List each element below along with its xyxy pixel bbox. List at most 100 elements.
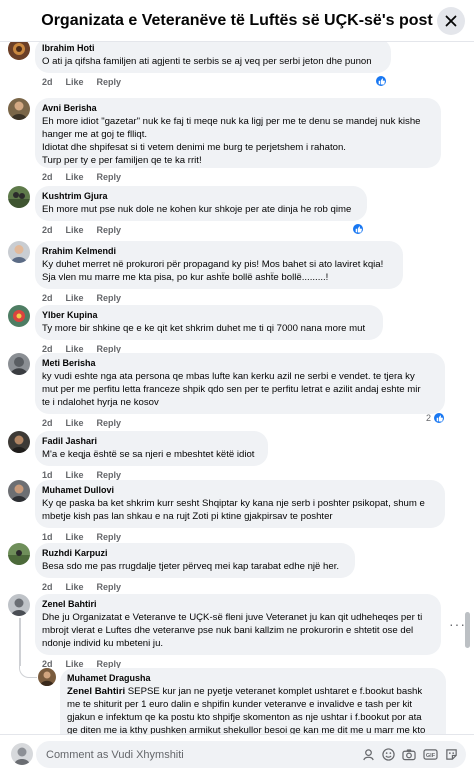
reply-text: Zenel Bahtiri SEPSE kur jan ne pyetje ve… xyxy=(67,685,437,698)
like-link[interactable]: Like xyxy=(66,470,84,480)
avatar[interactable] xyxy=(8,353,30,375)
reply-link[interactable]: Reply xyxy=(97,532,122,542)
avatar[interactable] xyxy=(8,186,30,208)
comment-author[interactable]: Meti Berisha xyxy=(42,357,436,370)
avatar[interactable] xyxy=(11,743,33,765)
comment-author[interactable]: Fadil Jashari xyxy=(42,435,259,448)
comment-text: O ati ja qifsha familjen ati agjenti te … xyxy=(42,56,372,67)
mention-link[interactable]: Zenel Bahtiri xyxy=(67,686,125,697)
reaction-count[interactable]: 2 xyxy=(426,412,446,424)
avatar[interactable] xyxy=(8,594,30,616)
comment-author[interactable]: Muhamet Dullovi xyxy=(42,484,436,497)
comment-text: mbetje kish pas lan shkau e na rujt Zoti… xyxy=(42,511,333,522)
comment-text: te i ndalohet hyrja ne kosov xyxy=(42,397,159,408)
like-reaction-icon xyxy=(375,75,387,87)
reaction-count[interactable] xyxy=(375,75,387,87)
comment-actions: 2d Like Reply xyxy=(42,225,121,235)
comment-actions: 2d Like Reply xyxy=(42,172,121,182)
comment-author[interactable]: Rrahim Kelmendi xyxy=(42,245,394,258)
like-link[interactable]: Like xyxy=(66,225,84,235)
comment-time[interactable]: 2d xyxy=(42,77,53,87)
more-options-button[interactable]: ··· xyxy=(449,616,466,632)
comment-text: Besa sdo me pas rrugdalje tjeter përveq … xyxy=(42,561,340,572)
reply-link[interactable]: Reply xyxy=(97,77,122,87)
comment-author[interactable]: Ylber Kupina xyxy=(42,309,374,322)
comment-bubble: Fadil Jashari M'a e keqja është se sa nj… xyxy=(35,431,268,466)
scrollbar-thumb[interactable] xyxy=(465,612,470,648)
camera-icon[interactable] xyxy=(402,748,416,761)
comment-actions: 2d Like Reply xyxy=(42,418,121,428)
comment-text: ky vudi eshte nga ata persona qe mbas lu… xyxy=(42,371,415,382)
comment-text: Sja vlen mu marre me kta pisa, po kur as… xyxy=(42,272,329,283)
like-link[interactable]: Like xyxy=(66,77,84,87)
avatar[interactable] xyxy=(8,543,30,565)
comments-feed[interactable]: Ibrahim Hoti O ati ja qifsha familjen at… xyxy=(0,42,474,734)
sticker-icon[interactable] xyxy=(445,748,458,761)
like-link[interactable]: Like xyxy=(66,293,84,303)
avatar[interactable] xyxy=(8,305,30,327)
comment-bubble: Rrahim Kelmendi Ky duhet merret në proku… xyxy=(35,241,403,289)
like-link[interactable]: Like xyxy=(66,172,84,182)
comment-time[interactable]: 1d xyxy=(42,532,53,542)
comment-author[interactable]: Ruzhdi Karpuzi xyxy=(42,547,346,560)
avatar[interactable] xyxy=(8,431,30,453)
comment-time[interactable]: 1d xyxy=(42,470,53,480)
comment-time[interactable]: 2d xyxy=(42,172,53,182)
close-icon xyxy=(445,15,457,27)
reply-author[interactable]: Muhamet Dragusha xyxy=(67,672,437,685)
comment-input[interactable]: Comment as Vudi Xhymshiti GIF xyxy=(36,741,466,768)
reply-text: ge diten me ia kthy pushken armikut shek… xyxy=(67,725,426,734)
comment-input-placeholder: Comment as Vudi Xhymshiti xyxy=(46,748,184,761)
comment-bubble: Ylber Kupina Ty more bir shkine qe e ke … xyxy=(35,305,383,340)
avatar[interactable] xyxy=(38,668,56,686)
comment-author[interactable]: Zenel Bahtiri xyxy=(42,598,432,611)
comment-bubble: Meti Berisha ky vudi eshte nga ata perso… xyxy=(35,353,445,414)
post-dialog-header: Organizata e Veteranëve të Luftës së UÇK… xyxy=(0,0,474,42)
reaction-count[interactable] xyxy=(352,223,364,235)
like-reaction-icon xyxy=(433,412,446,424)
emoji-icon[interactable] xyxy=(382,748,395,761)
comment-author[interactable]: Kushtrim Gjura xyxy=(42,190,358,203)
reply-link[interactable]: Reply xyxy=(97,293,122,303)
avatar[interactable] xyxy=(8,241,30,263)
comment-actions: 1d Like Reply xyxy=(42,470,121,480)
comment-time[interactable]: 2d xyxy=(42,418,53,428)
reply-link[interactable]: Reply xyxy=(97,418,122,428)
comment-bubble: Ibrahim Hoti O ati ja qifsha familjen at… xyxy=(35,42,391,73)
avatar-sticker-icon[interactable] xyxy=(362,748,375,761)
reply-link[interactable]: Reply xyxy=(97,470,122,480)
comment-time[interactable]: 2d xyxy=(42,582,53,592)
reply-link[interactable]: Reply xyxy=(97,172,122,182)
comment-time[interactable]: 2d xyxy=(42,293,53,303)
comment-text: Dhe ju Organizatat e Veteranve te UÇK-së… xyxy=(42,612,423,623)
comment-bubble: Muhamet Dullovi Ky qe paska ba ket shkri… xyxy=(35,480,445,528)
comment-author[interactable]: Avni Berisha xyxy=(42,102,432,115)
comment-text: hanger me at goj te flliqt. xyxy=(42,129,148,140)
reply-link[interactable]: Reply xyxy=(97,225,122,235)
like-link[interactable]: Like xyxy=(66,532,84,542)
avatar[interactable] xyxy=(8,480,30,502)
avatar[interactable] xyxy=(8,98,30,120)
comment-text: ndonje individ ku mbeteni ju. xyxy=(42,638,164,649)
reply-text: gjakun e infektum qe ka postu kto shpifj… xyxy=(67,712,422,723)
comment-text: mbrojt vlerat e Luftes dhe veteranve pse… xyxy=(42,625,414,636)
like-link[interactable]: Like xyxy=(66,582,84,592)
reply-thread-line xyxy=(19,618,21,666)
comment-text: Eh more idiot "gazetar" nuk ke faj ti me… xyxy=(42,116,421,127)
close-button[interactable] xyxy=(437,7,465,35)
like-link[interactable]: Like xyxy=(66,418,84,428)
comment-text: Ty more bir shkine qe e ke qit ket shkri… xyxy=(42,323,366,334)
comment-text: Ky duhet merret në prokurori për propaga… xyxy=(42,259,384,270)
gif-icon[interactable]: GIF xyxy=(423,748,438,761)
avatar[interactable] xyxy=(8,42,30,60)
comment-author[interactable]: Ibrahim Hoti xyxy=(42,42,382,55)
comment-time[interactable]: 2d xyxy=(42,225,53,235)
comment-text: Idiotat dhe shpifesat si ti vetem denimi… xyxy=(42,142,346,153)
comment-composer: Comment as Vudi Xhymshiti GIF xyxy=(0,734,474,776)
comment-bubble: Ruzhdi Karpuzi Besa sdo me pas rrugdalje… xyxy=(35,543,355,578)
comment-actions: 2d Like Reply xyxy=(42,77,121,87)
reply-link[interactable]: Reply xyxy=(97,582,122,592)
comment-text: Ky qe paska ba ket shkrim kurr sesht Shq… xyxy=(42,498,425,509)
comment-bubble: Kushtrim Gjura Eh more mut pse nuk dole … xyxy=(35,186,367,221)
dialog-title: Organizata e Veteranëve të Luftës së UÇK… xyxy=(41,11,433,29)
